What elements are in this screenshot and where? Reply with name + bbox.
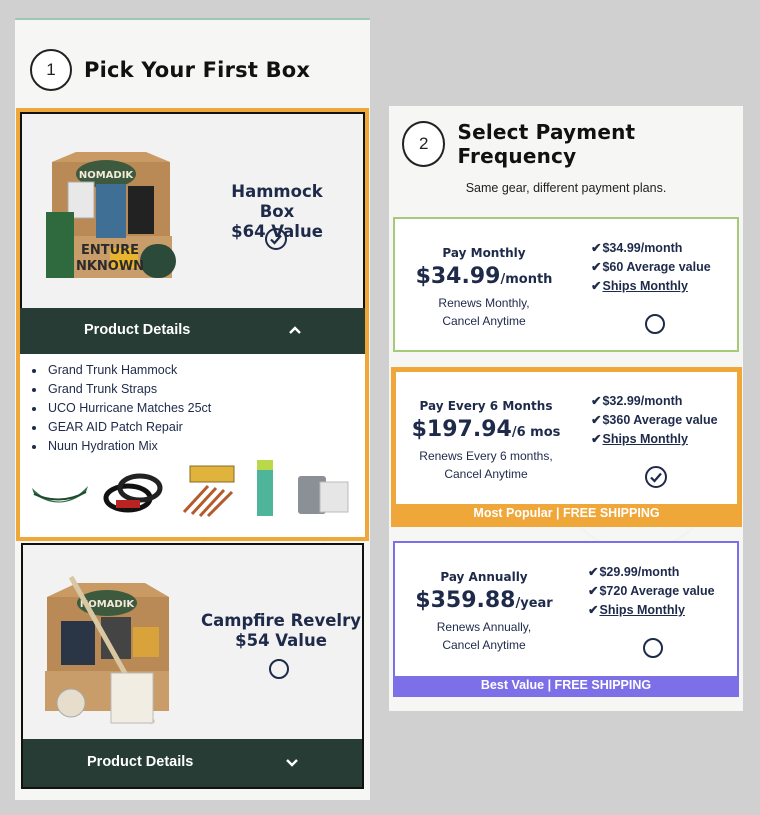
product-details-label: Product Details [87, 754, 194, 770]
feature-item: ✔$34.99/month [591, 241, 683, 255]
selected-check-icon[interactable] [644, 465, 668, 489]
campfire-box-card[interactable]: NOMADIK Campfire Revelry $54 Value Produ… [21, 543, 364, 789]
feature-item: ✔$32.99/month [591, 394, 683, 408]
list-item: GEAR AID Patch Repair [46, 418, 211, 437]
plan-features: ✔$29.99/month ✔$720 Average value ✔Ships… [588, 563, 715, 620]
ships-monthly-link[interactable]: Ships Monthly [599, 603, 684, 617]
hammock-image [32, 486, 88, 503]
feature-item: ✔Ships Monthly [588, 603, 685, 617]
plan-card-annual[interactable]: Pay Annually $359.88/year Renews Annuall… [393, 541, 739, 697]
product-list: Grand Trunk Hammock Grand Trunk Straps U… [28, 361, 211, 456]
list-item: Grand Trunk Straps [46, 380, 211, 399]
step-1-header: 1 Pick Your First Box [30, 49, 310, 91]
product-details-toggle[interactable]: Product Details [23, 739, 362, 787]
step-title: Select Payment Frequency [457, 120, 636, 168]
step-2-header: 2 Select Payment Frequency [402, 120, 743, 168]
matches-image [182, 465, 235, 518]
hammock-box-summary[interactable]: NOMADIK ENTURE NKNOWN Hammock Box $64 Va… [20, 112, 365, 308]
plan-description: Renews Monthly, Cancel Anytime [438, 296, 530, 328]
plan-card-monthly[interactable]: Pay Monthly $34.99/month Renews Monthly,… [393, 217, 739, 352]
box-selection-panel: 1 Pick Your First Box NOMADIK ENTURE NKN… [15, 18, 370, 800]
plan-name: Pay Every 6 Months [419, 399, 553, 413]
list-item: UCO Hurricane Matches 25ct [46, 399, 211, 418]
box-name: Campfire Revelry [201, 611, 361, 630]
patch-image [298, 476, 349, 514]
plan-description: Renews Every 6 months, Cancel Anytime [419, 449, 553, 481]
list-item: Nuun Hydration Mix [46, 437, 211, 456]
box-value: $54 Value [235, 631, 327, 650]
step-subtitle: Same gear, different payment plans. [465, 181, 667, 195]
step-number-badge: 2 [402, 121, 446, 167]
unselected-radio-icon[interactable] [269, 659, 289, 679]
plan-banner: Most Popular | FREE SHIPPING [396, 504, 737, 523]
plan-card-6-months[interactable]: Pay Every 6 Months $197.94/6 mos Renews … [391, 367, 742, 527]
product-details-label: Product Details [84, 322, 191, 338]
plan-price: $197.94/6 mos [411, 417, 561, 442]
step-number-badge: 1 [30, 49, 72, 91]
feature-item: ✔Ships Monthly [591, 279, 688, 293]
plan-name: Pay Annually [440, 570, 528, 584]
nuun-image [257, 460, 273, 516]
campfire-box-image: NOMADIK [45, 575, 169, 725]
box-print-text: ENTURE [81, 243, 139, 258]
ships-monthly-link[interactable]: Ships Monthly [602, 279, 687, 293]
feature-item: ✔$720 Average value [588, 584, 715, 598]
unselected-radio-icon[interactable] [645, 314, 665, 334]
plan-description: Renews Annually, Cancel Anytime [436, 620, 532, 652]
box-print-text-2: NKNOWN [76, 259, 144, 274]
feature-item: ✔$60 Average value [591, 260, 711, 274]
list-item: Grand Trunk Hammock [46, 361, 211, 380]
plan-name: Pay Monthly [442, 246, 526, 260]
chevron-up-icon [289, 326, 301, 334]
feature-item: ✔$29.99/month [588, 565, 680, 579]
plan-features: ✔$34.99/month ✔$60 Average value ✔Ships … [591, 239, 711, 296]
step-title: Pick Your First Box [84, 58, 311, 82]
box-title: Campfire Revelry $54 Value [201, 611, 361, 651]
plan-price: $359.88/year [415, 588, 553, 613]
product-details-toggle[interactable]: Product Details [20, 308, 365, 354]
payment-frequency-panel: 2 Select Payment Frequency Same gear, di… [389, 106, 743, 711]
hammock-box-card[interactable]: NOMADIK ENTURE NKNOWN Hammock Box $64 Va… [16, 108, 369, 541]
selected-check-icon[interactable] [264, 227, 288, 251]
ships-monthly-link[interactable]: Ships Monthly [602, 432, 687, 446]
feature-item: ✔Ships Monthly [591, 432, 688, 446]
plan-price: $34.99/month [415, 264, 553, 289]
box-name: Hammock Box [231, 182, 323, 221]
feature-item: ✔$360 Average value [591, 413, 718, 427]
hammock-box-image: NOMADIK ENTURE NKNOWN [46, 152, 176, 278]
box-brand-text: NOMADIK [79, 170, 135, 181]
unselected-radio-icon[interactable] [643, 638, 663, 658]
straps-image [103, 473, 163, 513]
chevron-down-icon [286, 759, 298, 767]
plan-features: ✔$32.99/month ✔$360 Average value ✔Ships… [591, 392, 718, 449]
plan-banner: Best Value | FREE SHIPPING [395, 676, 737, 695]
